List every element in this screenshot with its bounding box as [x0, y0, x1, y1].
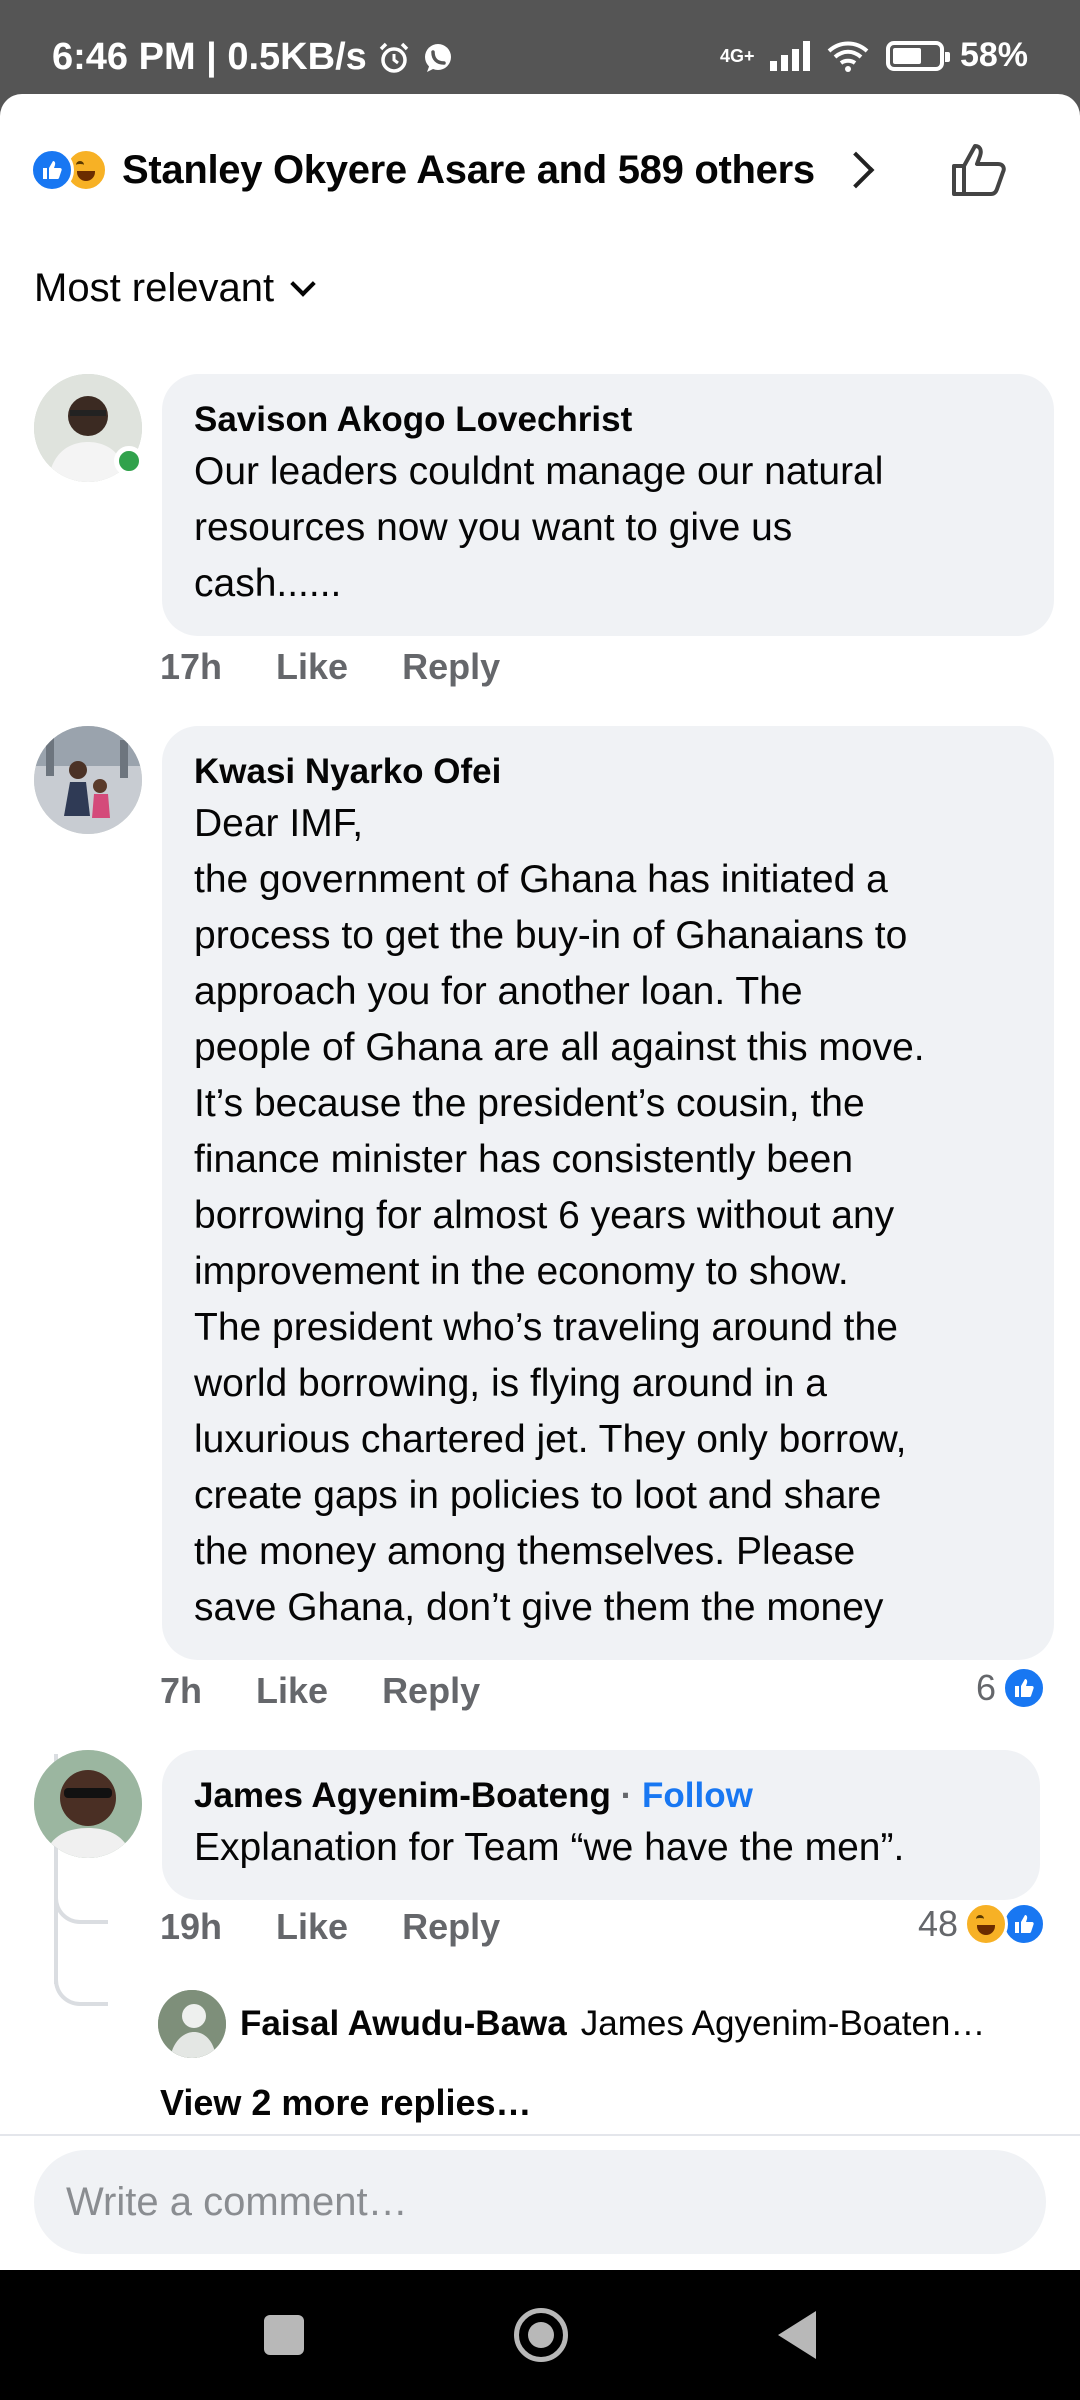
comment-time[interactable]: 19h	[160, 1906, 222, 1948]
comment-line: resources now you want to give us	[194, 506, 793, 549]
comment-bubble[interactable]: James Agyenim-Boateng · Follow Explanati…	[162, 1750, 1040, 1900]
comment-line: cash......	[194, 562, 342, 605]
reaction-count-number: 6	[975, 1667, 996, 1708]
comment-line: people of Ghana are all against this mov…	[194, 1026, 925, 1069]
status-right: 4G+ 58%	[720, 36, 1028, 75]
reactions-summary[interactable]: Stanley Okyere Asare and 589 others	[30, 128, 1050, 212]
status-bar: 6:46 PM | 0.5KB/s 4G+ 58%	[0, 0, 1080, 100]
sort-dropdown[interactable]: Most relevant	[34, 266, 316, 311]
comment-line: approach you for another loan. The	[194, 970, 803, 1013]
comment-line: process to get the buy-in of Ghanaians t…	[194, 914, 908, 957]
comment-header: James Agyenim-Boateng · Follow	[194, 1772, 1010, 1820]
wifi-icon	[827, 41, 869, 72]
sort-label: Most relevant	[34, 266, 275, 310]
comment-line: Our leaders couldnt manage our natural	[194, 450, 884, 493]
status-time-speed: 6:46 PM | 0.5KB/s	[52, 36, 367, 78]
like-button[interactable]: Like	[256, 1670, 328, 1712]
like-button[interactable]: Like	[276, 646, 348, 688]
online-status-indicator	[114, 446, 144, 476]
reply-button[interactable]: Reply	[382, 1670, 480, 1712]
reply-button[interactable]: Reply	[402, 1906, 500, 1948]
comment-author[interactable]: Savison Akogo Lovechrist	[194, 396, 1024, 444]
home-button-icon[interactable]	[514, 2308, 568, 2362]
reply-thread-curve	[54, 1966, 108, 2006]
avatar[interactable]	[34, 726, 142, 834]
comment-line: create gaps in policies to loot and shar…	[194, 1474, 882, 1517]
like-reaction-icon	[30, 148, 74, 192]
comment-author[interactable]: Kwasi Nyarko Ofei	[194, 748, 1024, 796]
reply-thread-curve	[54, 1884, 108, 1924]
like-reaction-icon	[1002, 1666, 1046, 1710]
signal-icon	[769, 40, 810, 71]
comment-actions: 17h Like Reply	[160, 646, 500, 688]
comment-line: improvement in the economy to show.	[194, 1250, 849, 1293]
divider	[0, 2134, 1080, 2136]
comment-line: save Ghana, don’t give them the money	[194, 1586, 884, 1629]
comment-composer[interactable]	[34, 2150, 1046, 2254]
haha-reaction-icon	[964, 1902, 1008, 1946]
comment-input[interactable]	[34, 2150, 1046, 2254]
comments-sheet: Stanley Okyere Asare and 589 others Most…	[0, 94, 1080, 2270]
comment-time[interactable]: 17h	[160, 646, 222, 688]
network-type: 4G+	[719, 45, 755, 66]
back-button-icon[interactable]	[778, 2311, 816, 2359]
comment-line: Dear IMF,	[194, 802, 364, 845]
comment-line: The president who’s traveling around the	[194, 1306, 898, 1349]
comment-line: It’s because the president’s cousin, the	[194, 1082, 865, 1125]
reply-author[interactable]: Faisal Awudu-Bawa	[240, 2004, 567, 2044]
comment-author[interactable]: James Agyenim-Boateng	[194, 1776, 611, 1815]
avatar[interactable]	[158, 1990, 226, 2058]
comment-line: world borrowing, is flying around in a	[194, 1362, 827, 1405]
system-nav-bar	[0, 2270, 1080, 2400]
chevron-right-icon[interactable]	[837, 151, 875, 189]
reply-preview[interactable]: Faisal Awudu-Bawa James Agyenim-Boaten…	[158, 1990, 1038, 2058]
like-outline-icon[interactable]	[948, 138, 1010, 200]
comment-time[interactable]: 7h	[160, 1670, 202, 1712]
comment-line: luxurious chartered jet. They only borro…	[194, 1418, 907, 1461]
comment-line: the money among themselves. Please	[194, 1530, 856, 1573]
comment-text: Explanation for Team “we have the men”.	[194, 1820, 1010, 1876]
view-more-replies-link[interactable]: View 2 more replies…	[160, 2082, 532, 2124]
comment-line: the government of Ghana has initiated a	[194, 858, 888, 901]
comment-line: borrowing for almost 6 years without any	[194, 1194, 895, 1237]
chevron-down-icon	[290, 270, 316, 297]
whatsapp-icon	[424, 43, 451, 72]
comment-text: Dear IMF, the government of Ghana has in…	[194, 796, 1024, 1636]
like-button[interactable]: Like	[276, 1906, 348, 1948]
follow-button[interactable]: Follow	[642, 1776, 753, 1815]
status-left: 6:46 PM | 0.5KB/s	[52, 36, 455, 79]
comment-item: Kwasi Nyarko Ofei Dear IMF, the governme…	[34, 726, 1054, 1660]
battery-percent: 58%	[959, 36, 1028, 74]
separator-dot: ·	[620, 1776, 633, 1815]
comment-bubble[interactable]: Kwasi Nyarko Ofei Dear IMF, the governme…	[162, 726, 1054, 1660]
comment-item: James Agyenim-Boateng · Follow Explanati…	[34, 1750, 1054, 1900]
comment-actions: 19h Like Reply	[160, 1906, 500, 1948]
reply-preview-text: James Agyenim-Boaten…	[580, 2004, 986, 2043]
reaction-icons	[30, 148, 108, 192]
comment-item: Savison Akogo Lovechrist Our leaders cou…	[34, 374, 1054, 636]
comment-line: Explanation for Team “we have the men”.	[194, 1826, 905, 1869]
reaction-count[interactable]: 6	[976, 1666, 1046, 1710]
like-reaction-icon	[1002, 1902, 1046, 1946]
battery-icon	[885, 40, 950, 71]
alarm-icon	[379, 42, 409, 73]
reactors-text: Stanley Okyere Asare and 589 others	[122, 147, 815, 192]
comment-line: finance minister has consistently been	[194, 1138, 854, 1181]
comment-actions: 7h Like Reply	[160, 1670, 480, 1712]
avatar[interactable]	[34, 1750, 142, 1858]
reaction-count-number: 48	[917, 1903, 958, 1944]
reaction-count[interactable]: 48	[918, 1902, 1046, 1946]
recents-button-icon[interactable]	[264, 2315, 304, 2355]
reply-button[interactable]: Reply	[402, 646, 500, 688]
comment-bubble[interactable]: Savison Akogo Lovechrist Our leaders cou…	[162, 374, 1054, 636]
comment-text: Our leaders couldnt manage our natural r…	[194, 444, 1024, 612]
